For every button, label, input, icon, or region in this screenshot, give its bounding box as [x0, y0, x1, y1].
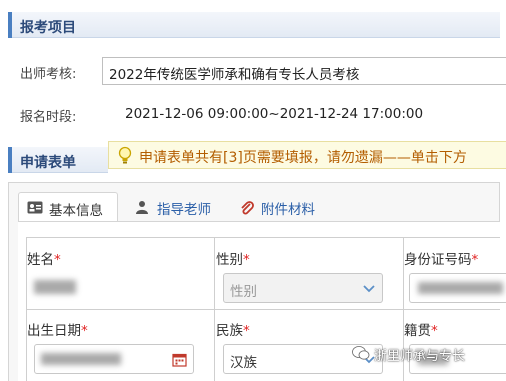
tab-attachments[interactable]: 附件材料	[231, 192, 331, 222]
id-number-label: 身份证号码*	[404, 252, 479, 268]
registration-section-header: 报考项目	[8, 12, 500, 38]
birth-date-label: 出生日期*	[27, 323, 88, 339]
ethnicity-label: 民族*	[216, 323, 250, 339]
gender-label: 性别*	[216, 252, 250, 268]
tab-label: 附件材料	[261, 202, 315, 218]
application-section-title: 申请表单	[20, 155, 76, 171]
tab-basic-info[interactable]: 基本信息	[18, 192, 118, 222]
calendar-icon[interactable]	[172, 352, 187, 367]
wechat-logo-icon	[352, 346, 370, 360]
tab-label: 指导老师	[157, 202, 211, 218]
tab-mentor[interactable]: 指导老师	[127, 192, 223, 222]
chevron-down-icon	[363, 285, 375, 293]
lightbulb-icon	[118, 146, 132, 164]
header-accent-bar	[8, 147, 12, 173]
notice-banner: 申请表单共有[3]页需要填报，请勿遗漏——单击下方	[108, 141, 506, 169]
id-number-redacted	[418, 282, 503, 294]
application-section-header: 申请表单	[8, 147, 108, 173]
registration-section-title: 报考项目	[20, 20, 76, 36]
name-value-redacted	[34, 280, 76, 294]
paperclip-icon	[241, 201, 254, 215]
exam-label: 出师考核:	[20, 67, 77, 82]
gender-select[interactable]: 性别	[223, 273, 383, 303]
gender-placeholder: 性别	[230, 284, 257, 300]
birth-date-redacted	[41, 353, 121, 365]
birth-date-input[interactable]	[34, 344, 194, 374]
grid-line	[26, 309, 500, 310]
period-label: 报名时段:	[20, 110, 77, 125]
ethnicity-value: 汉族	[230, 355, 257, 371]
exam-field[interactable]: 2022年传统医学师承和确有专长人员考核	[102, 57, 506, 85]
grid-line	[26, 237, 500, 238]
name-label: 姓名*	[27, 252, 61, 268]
header-accent-bar	[8, 12, 12, 38]
period-value: 2021-12-06 09:00:00~2021-12-24 17:00:00	[125, 106, 424, 122]
native-place-label: 籍贯*	[404, 323, 438, 339]
exam-value: 2022年传统医学师承和确有专长人员考核	[109, 67, 360, 83]
id-card-icon	[27, 201, 43, 214]
tab-label: 基本信息	[49, 203, 103, 219]
notice-text: 申请表单共有[3]页需要填报，请勿遗漏——单击下方	[139, 150, 467, 166]
id-number-input[interactable]	[409, 273, 506, 303]
watermark-text: 浙里师承与专长	[374, 349, 466, 364]
user-icon	[136, 201, 148, 214]
